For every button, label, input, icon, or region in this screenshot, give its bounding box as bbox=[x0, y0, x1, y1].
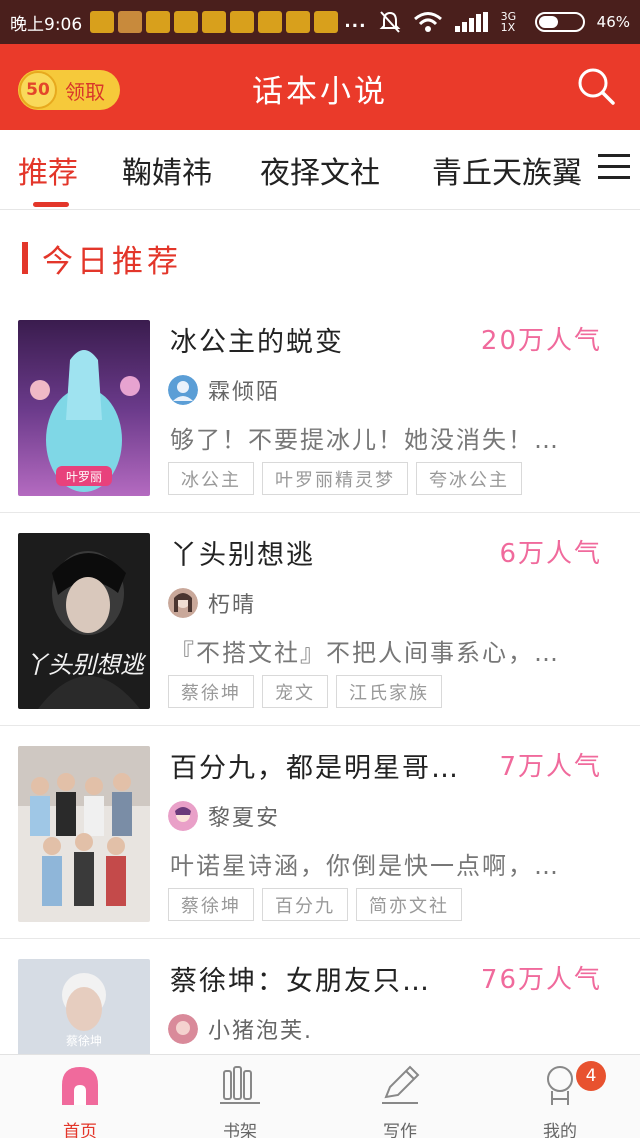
nav-bookshelf[interactable]: 书架 bbox=[180, 1063, 300, 1138]
section-marker bbox=[22, 242, 28, 274]
novel-item[interactable]: 丫头别想逃 丫头别想逃 6万人气 朽晴 『不搭文社』不把人间事系心，… 蔡徐坤 … bbox=[0, 513, 640, 726]
author[interactable]: 黎夏安 bbox=[168, 800, 280, 832]
novel-title[interactable]: 冰公主的蜕变 bbox=[170, 320, 470, 359]
novel-title[interactable]: 百分九，都是明星哥… bbox=[170, 746, 470, 785]
bottom-navigation: 首页 书架 写作 4 我的 bbox=[0, 1054, 640, 1138]
notification-icon bbox=[258, 11, 283, 33]
section-title: 今日推荐 bbox=[42, 243, 182, 280]
tab-qingqiu[interactable]: 青丘天族翼 bbox=[432, 148, 582, 192]
section-header: 今日推荐 bbox=[22, 238, 182, 280]
nav-home[interactable]: 首页 bbox=[20, 1063, 140, 1138]
notification-icon bbox=[202, 11, 227, 33]
novel-list: 叶罗丽 冰公主的蜕变 20万人气 霖倾陌 够了！不要提冰儿！她没消失！… 冰公主… bbox=[0, 300, 640, 1138]
battery-percent: 46% bbox=[596, 13, 630, 31]
tab-ju-jingyi[interactable]: 鞠婧祎 bbox=[122, 148, 212, 192]
status-bar: 晚上9:06 ... 3G 1X 46% bbox=[0, 0, 640, 44]
novel-description: 够了！不要提冰儿！她没消失！… bbox=[170, 426, 560, 454]
author-name: 黎夏安 bbox=[208, 806, 281, 831]
novel-title[interactable]: 丫头别想逃 bbox=[170, 533, 470, 572]
book-cover[interactable]: 丫头别想逃 bbox=[18, 533, 150, 709]
author[interactable]: 朽晴 bbox=[168, 587, 256, 619]
tag[interactable]: 夸冰公主 bbox=[416, 462, 522, 495]
book-cover[interactable] bbox=[18, 746, 150, 922]
profile-icon bbox=[547, 1066, 573, 1105]
popularity-count: 20万人气 bbox=[480, 326, 602, 356]
author[interactable]: 霖倾陌 bbox=[168, 374, 280, 406]
nav-label: 写作 bbox=[383, 1122, 417, 1138]
tag-list: 蔡徐坤 百分九 简亦文社 bbox=[168, 888, 462, 921]
app-header: 50 领取 话本小说 bbox=[0, 44, 640, 130]
more-notifications: ... bbox=[344, 12, 367, 32]
search-icon[interactable] bbox=[576, 66, 616, 106]
novel-item[interactable]: 百分九，都是明星哥… 7万人气 黎夏安 叶诺星诗涵，你倒是快一点啊，… 蔡徐坤 … bbox=[0, 726, 640, 939]
author[interactable]: 小猪泡芙. bbox=[168, 1013, 313, 1045]
battery-icon bbox=[534, 12, 585, 32]
novel-title[interactable]: 蔡徐坤：女朋友只… bbox=[170, 959, 470, 998]
battery-level bbox=[538, 16, 558, 28]
notification-icons bbox=[90, 11, 339, 33]
tag[interactable]: 蔡徐坤 bbox=[168, 888, 254, 921]
author-name: 朽晴 bbox=[208, 593, 257, 618]
notification-icon bbox=[314, 11, 339, 33]
tab-recommend[interactable]: 推荐 bbox=[18, 148, 78, 192]
home-icon bbox=[62, 1067, 98, 1105]
wifi-icon bbox=[413, 12, 442, 32]
tag[interactable]: 叶罗丽精灵梦 bbox=[262, 462, 408, 495]
author-avatar bbox=[168, 588, 198, 618]
mute-icon bbox=[379, 11, 401, 33]
tag-list: 蔡徐坤 宠文 江氏家族 bbox=[168, 675, 442, 708]
notification-icon bbox=[174, 11, 199, 33]
nav-label: 我的 bbox=[543, 1122, 577, 1138]
author-avatar bbox=[168, 801, 198, 831]
tag[interactable]: 冰公主 bbox=[168, 462, 254, 495]
notification-icon bbox=[118, 11, 143, 33]
tag[interactable]: 蔡徐坤 bbox=[168, 675, 254, 708]
novel-item[interactable]: 叶罗丽 冰公主的蜕变 20万人气 霖倾陌 够了！不要提冰儿！她没消失！… 冰公主… bbox=[0, 300, 640, 513]
nav-label: 书架 bbox=[223, 1122, 257, 1138]
author-name: 霖倾陌 bbox=[208, 380, 281, 405]
novel-description: 叶诺星诗涵，你倒是快一点啊，… bbox=[170, 852, 560, 880]
notification-icon bbox=[90, 11, 115, 33]
active-tab-indicator bbox=[33, 202, 69, 207]
author-avatar bbox=[168, 1014, 198, 1044]
cover-title: 蔡徐坤 bbox=[66, 1033, 102, 1048]
app-title: 话本小说 bbox=[252, 74, 388, 110]
tag[interactable]: 江氏家族 bbox=[336, 675, 442, 708]
tag[interactable]: 百分九 bbox=[262, 888, 348, 921]
network-type: 3G 1X bbox=[500, 10, 517, 34]
author-name: 小猪泡芙. bbox=[208, 1019, 313, 1044]
notification-icon bbox=[146, 11, 171, 33]
tag-list: 冰公主 叶罗丽精灵梦 夸冰公主 bbox=[168, 462, 522, 495]
notification-icon bbox=[286, 11, 311, 33]
notification-badge: 4 bbox=[576, 1061, 606, 1091]
tag[interactable]: 简亦文社 bbox=[356, 888, 462, 921]
cover-title: 叶罗丽 bbox=[66, 470, 102, 484]
novel-description: 『不搭文社』不把人间事系心，… bbox=[170, 639, 560, 667]
popularity-count: 6万人气 bbox=[499, 539, 602, 569]
category-tabs: 推荐 鞠婧祎 夜择文社 青丘天族翼 bbox=[0, 130, 640, 210]
book-cover[interactable]: 叶罗丽 bbox=[18, 320, 150, 496]
nav-profile[interactable]: 4 我的 bbox=[500, 1061, 620, 1138]
bookshelf-icon bbox=[220, 1066, 260, 1104]
cover-title: 丫头别想逃 bbox=[24, 651, 147, 679]
nav-write[interactable]: 写作 bbox=[340, 1063, 460, 1138]
pencil-icon bbox=[382, 1065, 420, 1104]
author-avatar bbox=[168, 375, 198, 405]
tag[interactable]: 宠文 bbox=[262, 675, 328, 708]
tab-yeze-wenshe[interactable]: 夜择文社 bbox=[260, 148, 380, 192]
popularity-count: 7万人气 bbox=[499, 752, 602, 782]
menu-icon[interactable] bbox=[598, 154, 630, 184]
status-time: 晚上9:06 bbox=[10, 14, 83, 35]
notification-icon bbox=[230, 11, 255, 33]
signal-icon bbox=[454, 12, 488, 32]
popularity-count: 76万人气 bbox=[480, 965, 602, 995]
nav-label: 首页 bbox=[63, 1122, 97, 1138]
